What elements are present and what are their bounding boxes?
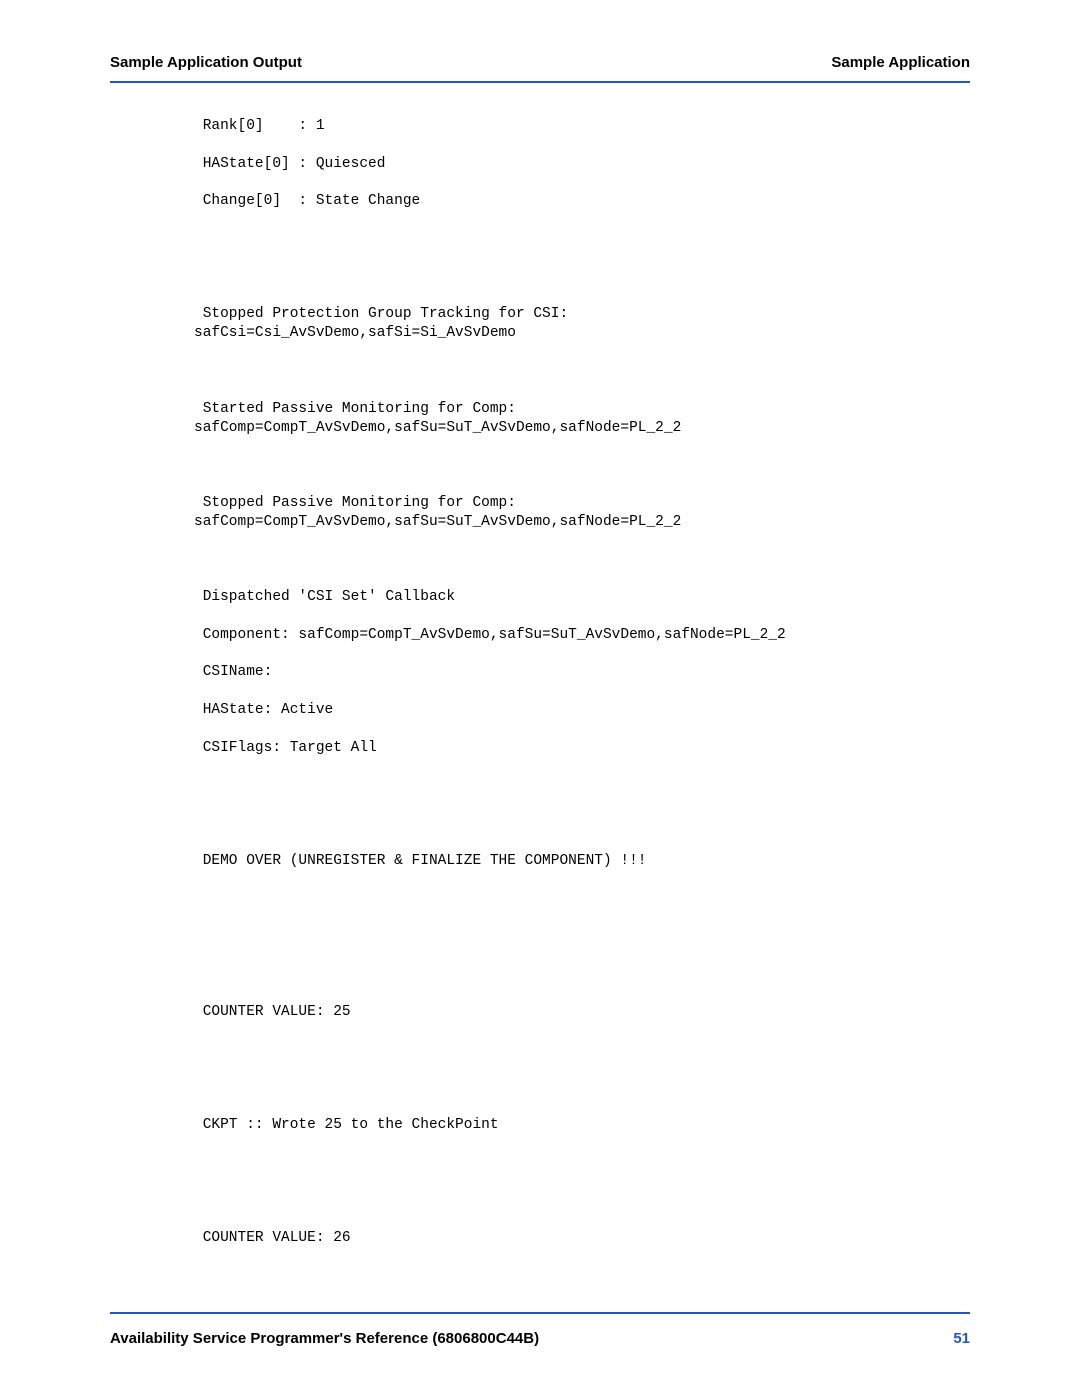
- page-header: Sample Application Output Sample Applica…: [110, 54, 970, 83]
- header-chapter-title: Sample Application: [831, 54, 970, 71]
- header-section-title: Sample Application Output: [110, 54, 302, 71]
- footer-page-number: 51: [953, 1330, 970, 1347]
- page-footer: Availability Service Programmer's Refere…: [110, 1312, 970, 1347]
- code-output-block: Rank[0] : 1 HAState[0] : Quiesced Change…: [194, 117, 970, 1248]
- footer-doc-title: Availability Service Programmer's Refere…: [110, 1330, 539, 1347]
